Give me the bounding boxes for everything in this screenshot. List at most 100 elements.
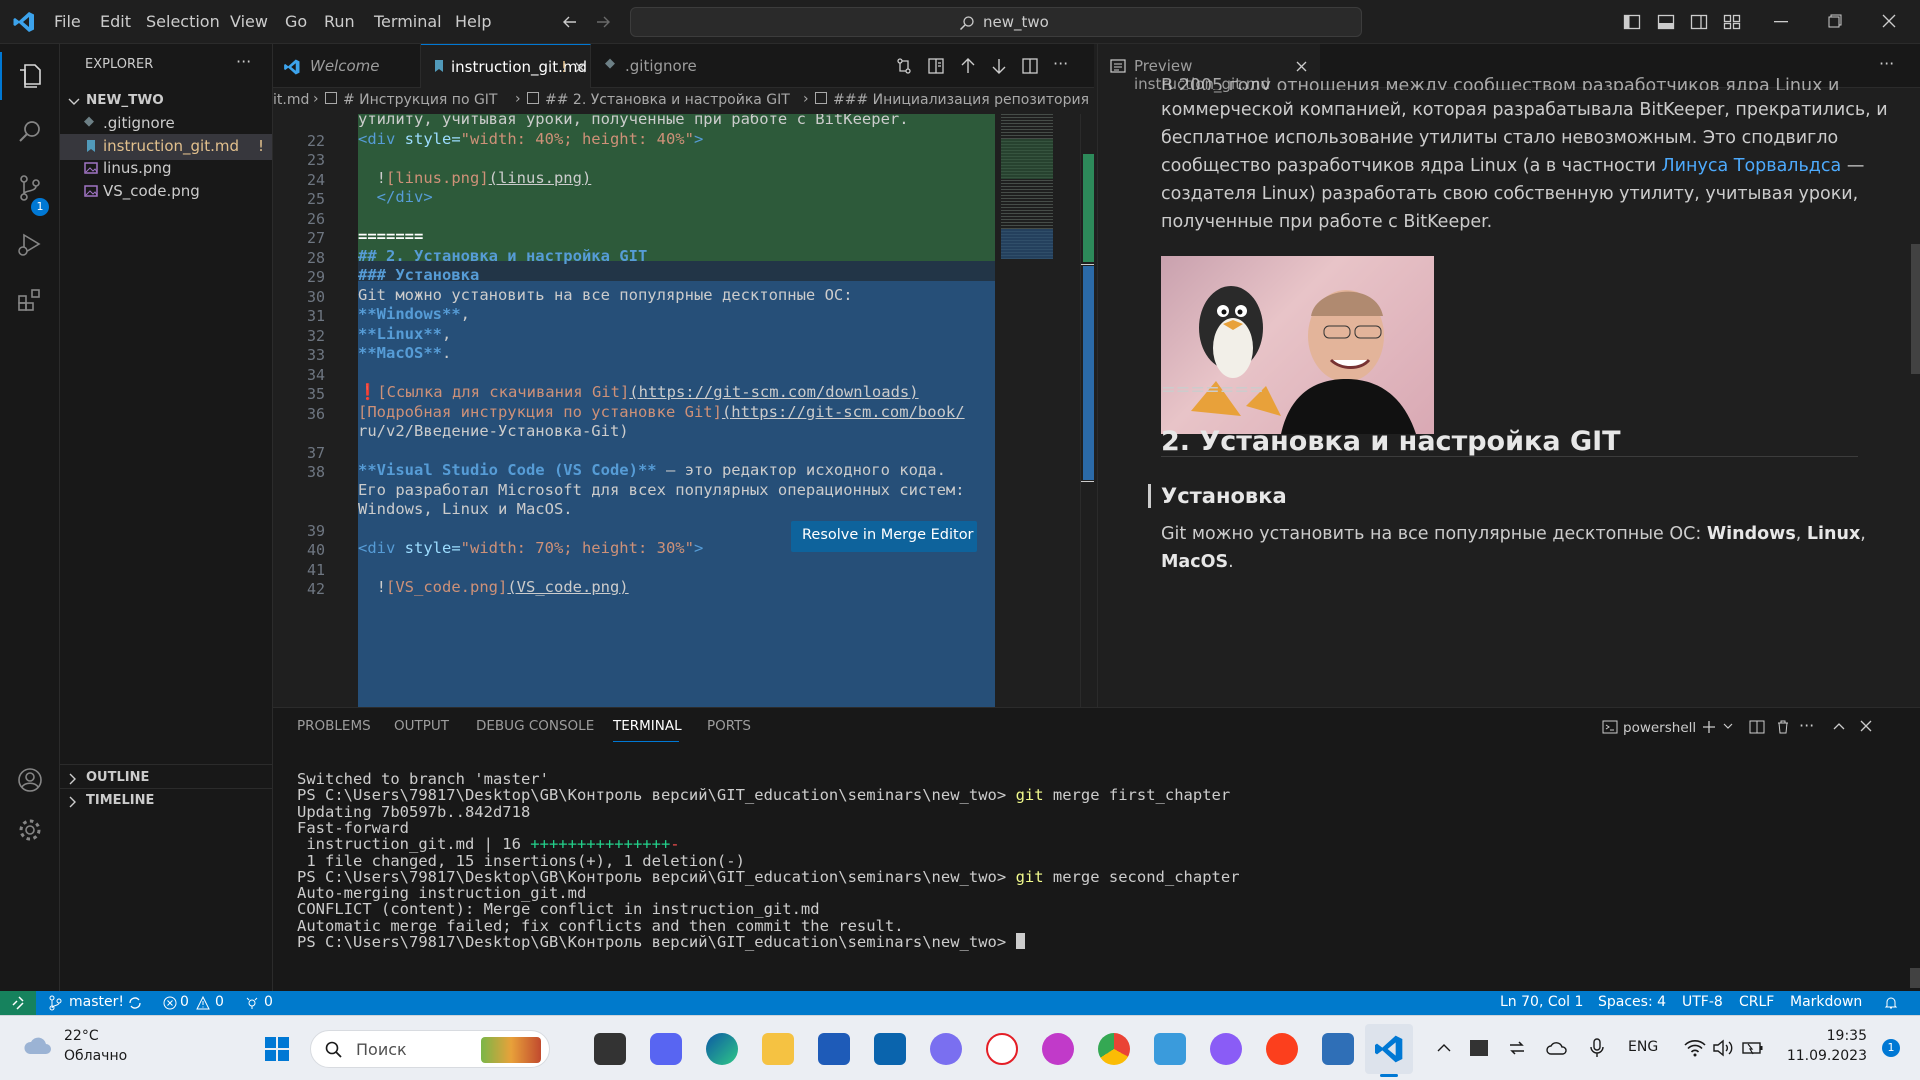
forward-arrow-icon[interactable] xyxy=(595,14,611,30)
tray-app-icon[interactable] xyxy=(1470,1040,1488,1056)
warning-count[interactable]: 0 xyxy=(215,994,224,1010)
menu-view[interactable]: View xyxy=(230,12,268,31)
explorer-icon[interactable] xyxy=(16,62,44,90)
explorer-more-icon[interactable]: ··· xyxy=(236,52,251,71)
preview-link[interactable]: Линуса Торвальдса xyxy=(1662,156,1842,176)
tab-welcome[interactable]: Welcome xyxy=(273,44,421,88)
sync-icon[interactable] xyxy=(127,996,143,1010)
language-mode[interactable]: Markdown xyxy=(1790,994,1862,1010)
branch-label[interactable]: master! xyxy=(69,994,124,1010)
breadcrumb-h2[interactable]: ## 2. Установка и настройка GIT xyxy=(545,92,790,108)
terminal-scrollbar[interactable] xyxy=(1910,968,1920,988)
error-count[interactable]: 0 xyxy=(180,994,189,1010)
windows-start-icon[interactable] xyxy=(264,1036,290,1062)
extensions-icon[interactable] xyxy=(16,286,44,314)
menu-help[interactable]: Help xyxy=(455,12,491,31)
menu-edit[interactable]: Edit xyxy=(100,12,131,31)
menu-run[interactable]: Run xyxy=(324,12,355,31)
copilot-icon[interactable] xyxy=(930,1033,962,1065)
file-vs-code-png[interactable]: VS_code.png xyxy=(60,179,272,205)
volume-icon[interactable] xyxy=(1712,1039,1734,1057)
timeline-section[interactable]: TIMELINE xyxy=(60,789,272,815)
cloud-weather-icon[interactable] xyxy=(22,1034,54,1058)
task-view-icon[interactable] xyxy=(594,1033,626,1065)
weather-temp[interactable]: 22°C xyxy=(64,1028,99,1044)
back-arrow-icon[interactable] xyxy=(562,14,578,30)
microphone-icon[interactable] xyxy=(1590,1038,1604,1058)
wifi-icon[interactable] xyxy=(1684,1039,1706,1057)
messenger-icon[interactable] xyxy=(1042,1033,1074,1065)
clock-date[interactable]: 11.09.2023 xyxy=(1785,1048,1867,1064)
run-debug-icon[interactable] xyxy=(16,230,44,258)
code-line: **Windows**, xyxy=(358,305,470,323)
encoding[interactable]: UTF-8 xyxy=(1682,994,1723,1010)
onedrive-icon[interactable] xyxy=(1546,1040,1568,1056)
minimap[interactable] xyxy=(995,114,1058,707)
tray-sync-icon[interactable] xyxy=(1508,1040,1526,1056)
open-changes-icon[interactable] xyxy=(895,57,913,75)
breadcrumb-h3[interactable]: ### Инициализация репозитория xyxy=(833,92,1089,108)
more-actions-icon[interactable]: ··· xyxy=(1053,54,1068,73)
accounts-icon[interactable] xyxy=(16,766,44,794)
vscode-taskbar-icon[interactable] xyxy=(1373,1033,1405,1065)
tab-instruction-git[interactable]: instruction_git.md ! xyxy=(421,44,591,88)
command-center[interactable]: new_two xyxy=(630,7,1362,37)
code-line: ## 2. Установка и настройка GIT xyxy=(358,246,648,265)
notification-bell-icon[interactable] xyxy=(1884,995,1898,1011)
next-conflict-icon[interactable] xyxy=(990,57,1008,75)
battery-icon[interactable] xyxy=(1742,1040,1764,1056)
terminal-output[interactable]: Switched to branch 'master' PS C:\Users\7… xyxy=(273,708,1920,992)
line-ending[interactable]: CRLF xyxy=(1739,994,1774,1010)
file-explorer-icon[interactable] xyxy=(762,1033,794,1065)
menu-terminal[interactable]: Terminal xyxy=(374,12,442,31)
cursor-position[interactable]: Ln 70, Col 1 xyxy=(1500,994,1583,1010)
toggle-sidebar-icon[interactable] xyxy=(1623,13,1641,31)
taskbar-search[interactable]: Поиск xyxy=(310,1030,550,1068)
breadcrumb-file[interactable]: it.md xyxy=(273,92,309,108)
ports-count[interactable]: 0 xyxy=(264,994,273,1010)
paint-app-icon[interactable] xyxy=(1154,1033,1186,1065)
remote-desktop-icon[interactable] xyxy=(1322,1033,1354,1065)
previous-conflict-icon[interactable] xyxy=(959,57,977,75)
close-tab-icon[interactable] xyxy=(575,62,586,73)
yandex-icon[interactable] xyxy=(1266,1033,1298,1065)
remote-indicator[interactable] xyxy=(0,991,36,1015)
minimize-icon[interactable] xyxy=(1774,21,1788,23)
menu-go[interactable]: Go xyxy=(285,12,307,31)
alice-icon[interactable] xyxy=(1210,1033,1242,1065)
notification-badge[interactable]: 1 xyxy=(1882,1039,1900,1057)
mail-icon[interactable] xyxy=(874,1033,906,1065)
tab-gitignore[interactable]: ◆ .gitignore xyxy=(591,44,711,88)
toggle-panel-icon[interactable] xyxy=(1657,13,1675,31)
menu-selection[interactable]: Selection xyxy=(146,12,220,31)
preview-scrollbar[interactable] xyxy=(1911,244,1920,374)
manage-gear-icon[interactable] xyxy=(16,816,44,844)
breadcrumb-h1[interactable]: # Инструкция по GIT xyxy=(343,92,498,108)
chevron-up-icon[interactable] xyxy=(1437,1043,1451,1053)
md-text: . xyxy=(442,344,452,362)
resolve-merge-editor-button[interactable]: Resolve in Merge Editor xyxy=(791,521,977,552)
search-view-icon[interactable] xyxy=(16,118,44,146)
close-tab-icon[interactable] xyxy=(1296,61,1307,72)
html-tag: </div xyxy=(358,188,424,206)
close-window-icon[interactable] xyxy=(1882,14,1896,28)
teams-chat-icon[interactable] xyxy=(650,1033,682,1065)
input-language[interactable]: ENG xyxy=(1628,1039,1658,1055)
open-preview-icon[interactable] xyxy=(927,57,945,75)
split-editor-icon[interactable] xyxy=(1021,57,1039,75)
indentation[interactable]: Spaces: 4 xyxy=(1598,994,1666,1010)
customize-layout-icon[interactable] xyxy=(1723,13,1741,31)
edge-browser-icon[interactable] xyxy=(706,1033,738,1065)
toggle-secondary-sidebar-icon[interactable] xyxy=(1690,13,1708,31)
code-editor[interactable]: утилиту, учитывая уроки, полученные при … xyxy=(273,114,1094,707)
microsoft-store-icon[interactable] xyxy=(818,1033,850,1065)
weather-condition[interactable]: Облачно xyxy=(64,1048,127,1064)
restore-icon[interactable] xyxy=(1828,14,1842,28)
chrome-icon[interactable] xyxy=(1098,1033,1130,1065)
more-actions-icon[interactable]: ··· xyxy=(1879,54,1894,73)
yandex-browser-icon[interactable] xyxy=(986,1033,1018,1065)
overview-ruler[interactable] xyxy=(1080,114,1094,707)
clock-time[interactable]: 19:35 xyxy=(1795,1028,1867,1044)
warning-icon xyxy=(196,996,210,1010)
menu-file[interactable]: File xyxy=(54,12,81,31)
